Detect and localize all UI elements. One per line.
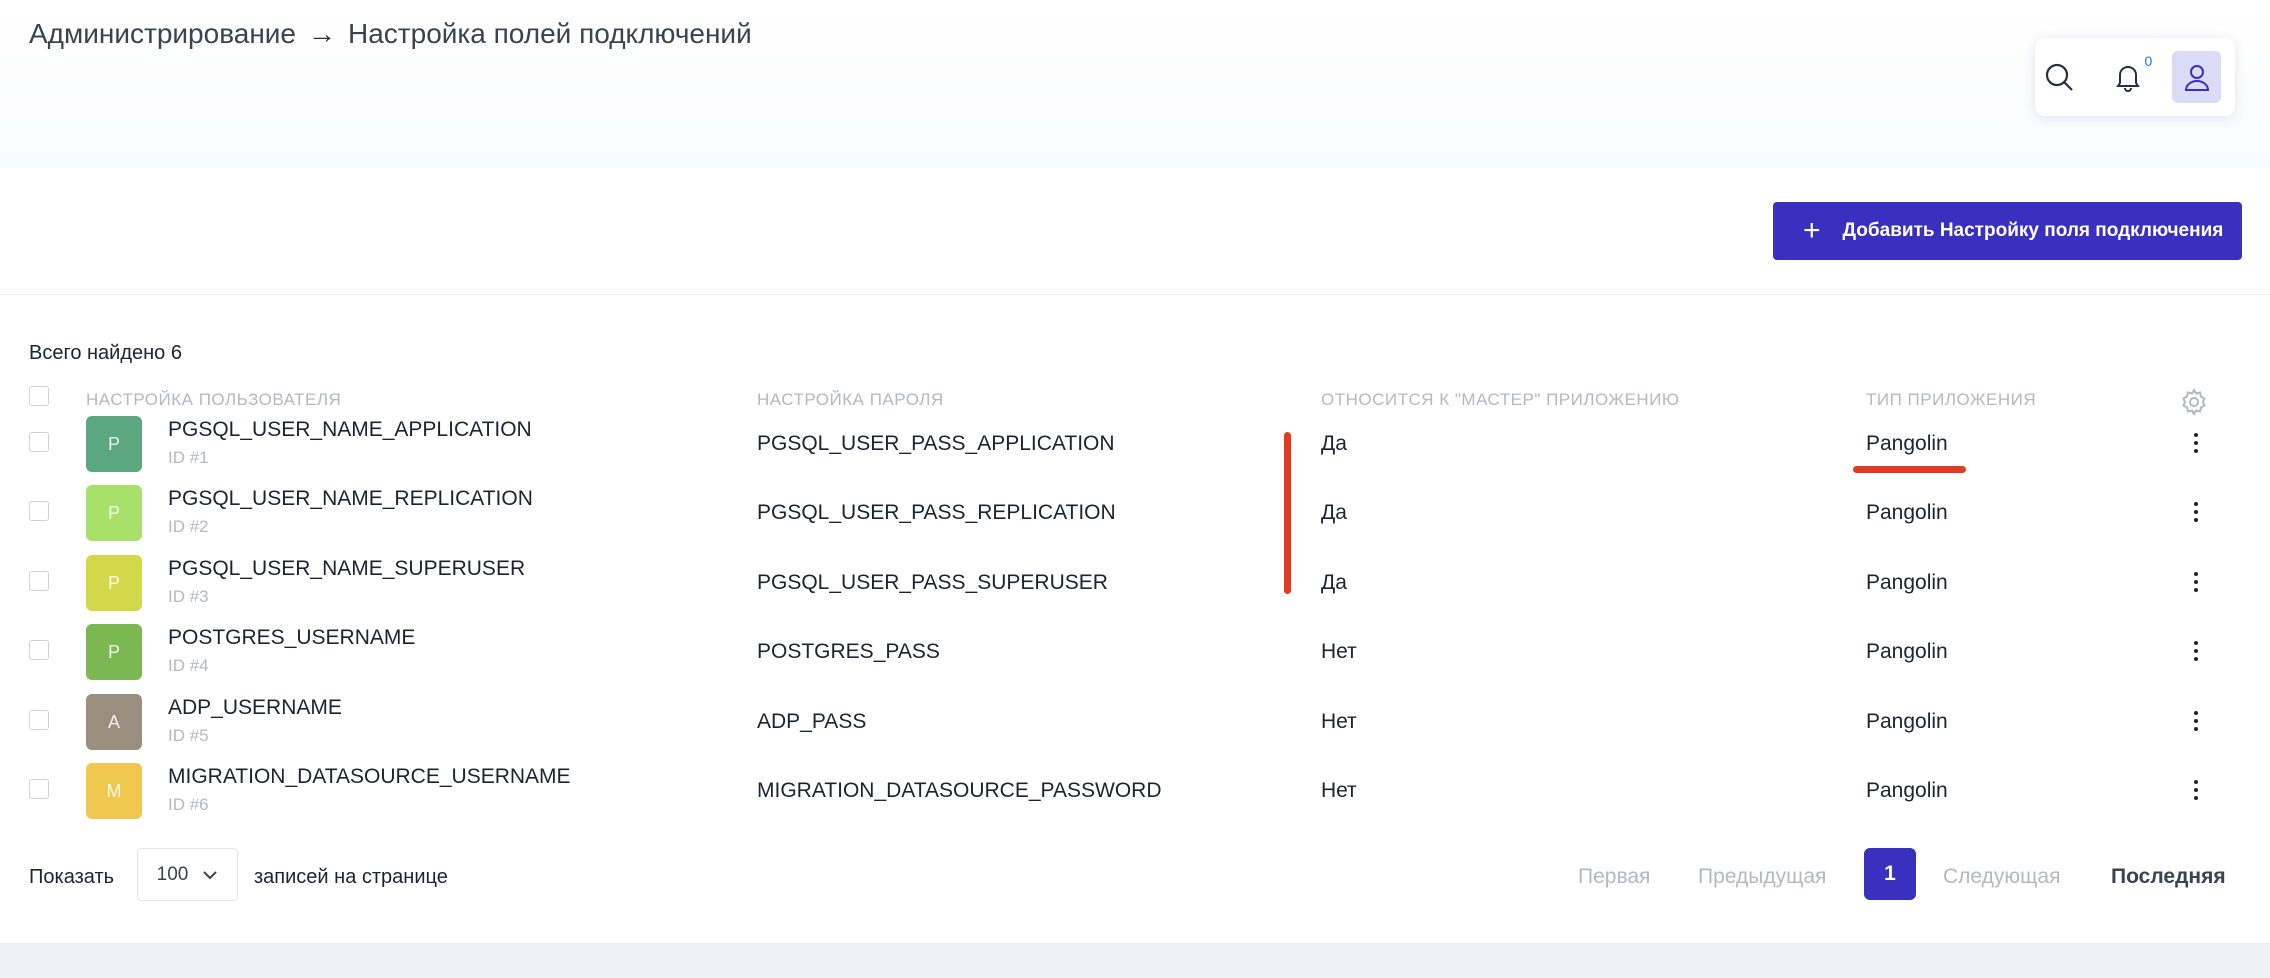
row-id: ID #4 [168, 656, 209, 675]
action-bar: + Добавить Настройку поля подключения [0, 168, 2270, 295]
row-id: ID #2 [168, 517, 209, 536]
master-flag-cell: Да [1321, 501, 1347, 524]
search-button[interactable] [2035, 51, 2084, 103]
last-page-link[interactable]: Последняя [2111, 865, 2226, 889]
row-checkbox[interactable] [29, 432, 49, 452]
show-label: Показать [29, 866, 115, 888]
more-vertical-icon[interactable] [2186, 495, 2206, 529]
app-type-cell: Pangolin [1866, 571, 1948, 594]
more-vertical-icon[interactable] [2186, 426, 2206, 460]
password-setting-cell: ADP_PASS [757, 710, 867, 733]
row-avatar: P [86, 624, 142, 680]
column-header-master[interactable]: ОТНОСИТСЯ К "МАСТЕР" ПРИЛОЖЕНИЮ [1321, 390, 1680, 410]
row-id: ID #5 [168, 726, 209, 745]
avatar-letter: P [107, 433, 120, 454]
avatar-letter: M [106, 780, 122, 801]
avatar-letter: P [107, 502, 120, 523]
app-type-cell: Pangolin [1866, 501, 1948, 524]
password-setting-cell: PGSQL_USER_PASS_SUPERUSER [757, 571, 1108, 594]
page-size-value: 100 [156, 863, 189, 885]
column-header-user[interactable]: НАСТРОЙКА ПОЛЬЗОВАТЕЛЯ [86, 390, 341, 410]
annotation-vertical-mark [1284, 432, 1291, 594]
row-checkbox[interactable] [29, 501, 49, 521]
plus-icon: + [1803, 214, 1821, 247]
app-type-cell: Pangolin [1866, 640, 1948, 663]
password-setting-cell: POSTGRES_PASS [757, 640, 940, 663]
user-icon [2184, 65, 2209, 91]
user-setting-name[interactable]: PGSQL_USER_NAME_SUPERUSER [168, 557, 525, 581]
app-type-cell: Pangolin [1866, 432, 1948, 455]
breadcrumb-parent[interactable]: Администрирование [29, 18, 296, 50]
row-checkbox[interactable] [29, 779, 49, 799]
search-icon [2046, 63, 2074, 91]
arrow-right-icon: → [308, 18, 336, 49]
row-checkbox[interactable] [29, 640, 49, 660]
user-avatar-button[interactable] [2172, 51, 2221, 103]
table-row[interactable]: A ADP_USERNAME ID #5 ADP_PASS Нет Pangol… [0, 686, 2270, 755]
notification-count-badge: 0 [2144, 53, 2153, 69]
row-checkbox[interactable] [29, 710, 49, 730]
row-id: ID #6 [168, 795, 209, 814]
select-all-checkbox[interactable] [29, 386, 49, 406]
page-title: Настройка полей подключений [348, 18, 752, 49]
user-toolbar: 0 [2035, 38, 2235, 116]
table-row[interactable]: P PGSQL_USER_NAME_SUPERUSER ID #3 PGSQL_… [0, 547, 2270, 616]
add-connection-field-button[interactable]: + Добавить Настройку поля подключения [1773, 202, 2242, 260]
avatar-letter: P [107, 572, 120, 593]
prev-page-link[interactable]: Предыдущая [1698, 865, 1826, 889]
annotation-underline-mark [1853, 466, 1966, 473]
row-id: ID #3 [168, 587, 209, 606]
row-avatar: M [86, 763, 142, 819]
more-vertical-icon[interactable] [2186, 704, 2206, 738]
password-setting-cell: MIGRATION_DATASOURCE_PASSWORD [757, 779, 1162, 802]
next-page-link[interactable]: Следующая [1943, 865, 2060, 889]
master-flag-cell: Да [1321, 571, 1347, 594]
password-setting-cell: PGSQL_USER_PASS_REPLICATION [757, 501, 1116, 524]
app-type-cell: Pangolin [1866, 710, 1948, 733]
main-content: + Добавить Настройку поля подключения Вс… [0, 168, 2270, 943]
total-count: Всего найдено 6 [29, 342, 182, 364]
row-checkbox[interactable] [29, 571, 49, 591]
first-page-link[interactable]: Первая [1578, 865, 1650, 889]
notifications-button[interactable]: 0 [2104, 51, 2153, 103]
user-setting-name[interactable]: PGSQL_USER_NAME_APPLICATION [168, 418, 532, 442]
master-flag-cell: Нет [1321, 779, 1357, 802]
page-size-select[interactable]: 100 [137, 848, 238, 901]
password-setting-cell: PGSQL_USER_PASS_APPLICATION [757, 432, 1115, 455]
more-vertical-icon[interactable] [2186, 634, 2206, 668]
app-type-cell: Pangolin [1866, 779, 1948, 802]
master-flag-cell: Нет [1321, 710, 1357, 733]
chevron-down-icon [203, 870, 218, 879]
more-vertical-icon[interactable] [2186, 773, 2206, 807]
more-vertical-icon[interactable] [2186, 565, 2206, 599]
user-setting-name[interactable]: PGSQL_USER_NAME_REPLICATION [168, 487, 533, 511]
column-header-app-type[interactable]: ТИП ПРИЛОЖЕНИЯ [1866, 390, 2036, 410]
row-avatar: A [86, 694, 142, 750]
avatar-letter: P [107, 641, 120, 662]
row-avatar: P [86, 485, 142, 541]
row-id: ID #1 [168, 448, 209, 467]
user-setting-name[interactable]: ADP_USERNAME [168, 696, 342, 720]
breadcrumb: Администрирование → Настройка полей подк… [29, 18, 752, 50]
add-button-label: Добавить Настройку поля подключения [1842, 220, 2224, 241]
table-row[interactable]: P POSTGRES_USERNAME ID #4 POSTGRES_PASS … [0, 616, 2270, 685]
user-setting-name[interactable]: POSTGRES_USERNAME [168, 626, 415, 650]
master-flag-cell: Нет [1321, 640, 1357, 663]
top-bar: Администрирование → Настройка полей подк… [0, 0, 2270, 168]
bell-icon [2116, 66, 2140, 92]
user-setting-name[interactable]: MIGRATION_DATASOURCE_USERNAME [168, 765, 571, 789]
avatar-letter: A [107, 711, 120, 732]
current-page-button[interactable]: 1 [1864, 848, 1916, 900]
per-page-label: записей на странице [254, 866, 448, 888]
row-avatar: P [86, 416, 142, 472]
master-flag-cell: Да [1321, 432, 1347, 455]
column-header-password[interactable]: НАСТРОЙКА ПАРОЛЯ [757, 390, 944, 410]
table-row[interactable]: M MIGRATION_DATASOURCE_USERNAME ID #6 MI… [0, 755, 2270, 824]
pagination-bar: Показать 100 записей на странице Первая … [0, 848, 2270, 908]
row-avatar: P [86, 555, 142, 611]
table-row[interactable]: P PGSQL_USER_NAME_REPLICATION ID #2 PGSQ… [0, 477, 2270, 546]
